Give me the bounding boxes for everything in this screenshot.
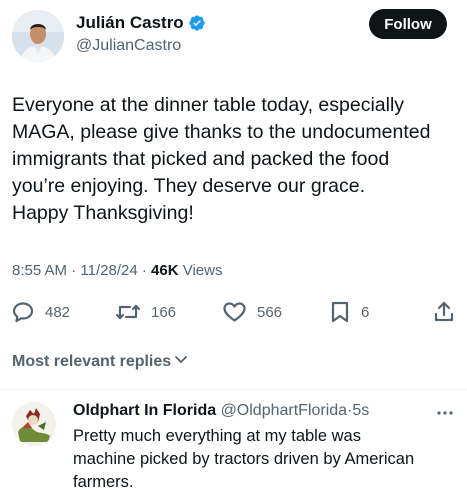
follow-button[interactable]: Follow <box>369 9 447 39</box>
tweet-time[interactable]: 8:55 AM <box>12 262 67 279</box>
replies-sort-toggle[interactable]: Most relevant replies <box>12 351 189 372</box>
reply-header: Oldphart In Florida @OldphartFlorida·5s <box>73 400 369 422</box>
reply-text: Pretty much everything at my table was m… <box>73 425 463 494</box>
views-count: 46K <box>151 262 179 279</box>
divider <box>0 389 467 390</box>
bookmark-count: 6 <box>361 303 370 321</box>
reply-line: machine picked by tractors driven by Ame… <box>73 450 415 468</box>
author-name[interactable]: Julián Castro <box>76 12 206 34</box>
tweet-line: immigrants that picked and packed the fo… <box>12 148 390 170</box>
tweet-page: Julián Castro @JulianCastro Follow Every… <box>0 0 467 500</box>
author-avatar[interactable] <box>12 10 64 62</box>
meta-separator: · <box>141 262 152 279</box>
reply-author-name[interactable]: Oldphart In Florida <box>73 402 216 419</box>
repost-count: 166 <box>151 303 177 321</box>
repost-icon <box>115 300 141 324</box>
like-count: 566 <box>257 303 283 321</box>
tweet-line: MAGA, please give thanks to the undocume… <box>12 121 431 143</box>
tweet-line: Happy Thanksgiving! <box>12 202 194 224</box>
like-button[interactable]: 566 <box>222 298 282 326</box>
reply-avatar[interactable] <box>12 402 56 446</box>
tweet-meta: 8:55 AM · 11/28/24 · 46K Views <box>12 261 222 281</box>
reply-line: Pretty much everything at my table was <box>73 427 361 445</box>
replies-sort-label: Most relevant replies <box>12 352 172 370</box>
author-name-text[interactable]: Julián Castro <box>76 12 184 34</box>
like-icon <box>222 300 247 324</box>
bookmark-icon <box>329 300 351 324</box>
reply-icon <box>11 300 35 324</box>
reply-count: 482 <box>45 303 71 321</box>
views-label: Views <box>182 262 223 279</box>
share-button[interactable] <box>432 298 456 326</box>
reply-author-handle[interactable]: @OldphartFlorida <box>221 402 348 419</box>
tweet-line: Everyone at the dinner table today, espe… <box>12 94 405 116</box>
meta-separator: · <box>71 262 81 279</box>
share-icon <box>432 300 456 324</box>
verified-badge-icon <box>188 14 206 32</box>
more-icon[interactable] <box>436 404 454 422</box>
reply-button[interactable]: 482 <box>11 298 70 326</box>
bookmark-button[interactable]: 6 <box>329 298 369 326</box>
reply-line: farmers. <box>73 473 134 491</box>
tweet-text: Everyone at the dinner table today, espe… <box>12 92 457 227</box>
action-bar: 482 166 566 6 <box>0 298 467 326</box>
author-handle[interactable]: @JulianCastro <box>76 36 181 56</box>
reply-time[interactable]: 5s <box>352 402 369 419</box>
tweet-line: you’re enjoying. They deserve our grace. <box>12 175 366 197</box>
tweet-date[interactable]: 11/28/24 <box>80 262 137 279</box>
chevron-down-icon <box>171 351 189 372</box>
repost-button[interactable]: 166 <box>115 298 176 326</box>
